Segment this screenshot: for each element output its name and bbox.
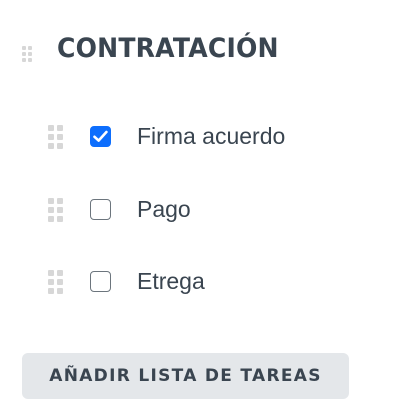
add-task-list-button[interactable]: AÑADIR LISTA DE TAREAS <box>22 353 349 399</box>
checkmark-icon <box>93 130 108 142</box>
task-label: Firma acuerdo <box>137 123 286 149</box>
task-label: Etrega <box>137 268 205 294</box>
list-title: CONTRATACIÓN <box>57 33 279 64</box>
list-drag-handle-icon[interactable] <box>22 46 32 62</box>
task-item: Pago <box>0 190 420 230</box>
task-checkbox[interactable] <box>90 271 111 292</box>
task-item: Etrega <box>0 262 420 302</box>
task-checkbox[interactable] <box>90 126 111 147</box>
task-item: Firma acuerdo <box>0 117 420 157</box>
task-label: Pago <box>137 196 191 222</box>
task-drag-handle-icon[interactable] <box>48 198 63 222</box>
task-checkbox[interactable] <box>90 199 111 220</box>
task-list-panel: CONTRATACIÓN Firma acuerdo Pago Etrega A… <box>0 0 420 420</box>
task-drag-handle-icon[interactable] <box>48 125 63 149</box>
task-drag-handle-icon[interactable] <box>48 270 63 294</box>
